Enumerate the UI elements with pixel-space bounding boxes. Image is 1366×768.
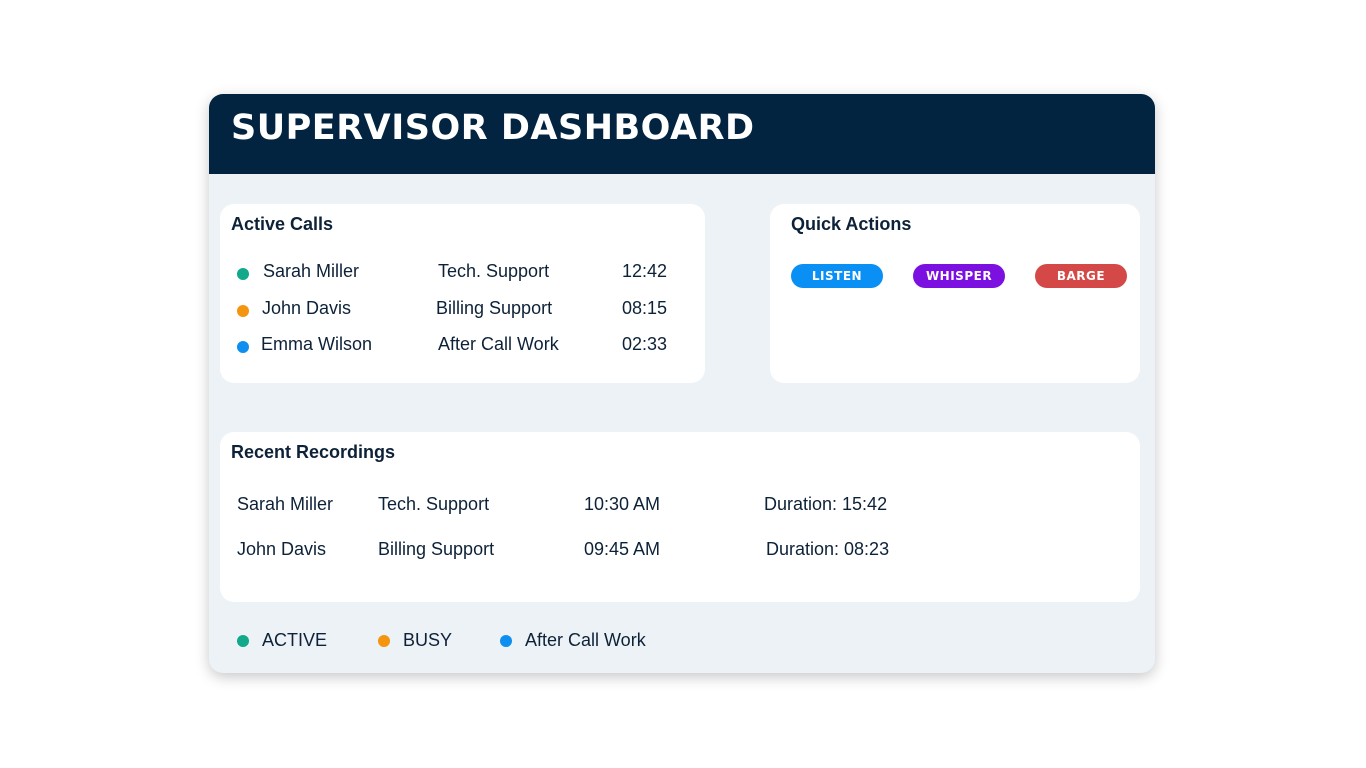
call-time: 12:42 (622, 261, 668, 281)
active-calls-card: Active Calls Sarah Miller Tech. Support … (220, 204, 705, 383)
recording-agent-name: Sarah Miller (237, 494, 334, 514)
recording-time: 10:30 AM (584, 494, 661, 514)
active-call-row[interactable]: John Davis Billing Support 08:15 (220, 298, 705, 322)
legend-label: ACTIVE (262, 630, 328, 650)
recording-row[interactable]: John Davis Billing Support 09:45 AM Dura… (220, 539, 1140, 563)
recording-duration: Duration: 15:42 (764, 494, 888, 514)
barge-button[interactable]: BARGE (1035, 264, 1127, 288)
call-time: 02:33 (622, 334, 668, 354)
legend-label: After Call Work (525, 630, 646, 650)
call-queue: Billing Support (436, 298, 553, 318)
call-queue: Tech. Support (438, 261, 550, 281)
status-dot-busy-icon (237, 305, 249, 317)
call-queue: After Call Work (438, 334, 559, 354)
dashboard-header: SUPERVISOR DASHBOARD (209, 94, 1155, 174)
agent-name: Sarah Miller (263, 261, 360, 281)
quick-actions-card: Quick Actions LISTEN WHISPER BARGE (770, 204, 1140, 383)
active-calls-title: Active Calls (231, 214, 334, 234)
status-legend: ACTIVE BUSY After Call Work (209, 626, 1155, 656)
agent-name: John Davis (262, 298, 352, 318)
supervisor-dashboard-window: SUPERVISOR DASHBOARD Active Calls Sarah … (209, 94, 1155, 673)
quick-actions-title: Quick Actions (791, 214, 912, 234)
status-dot-active-icon (237, 268, 249, 280)
status-dot-busy-icon (378, 635, 390, 647)
recording-queue: Billing Support (378, 539, 495, 559)
recording-row[interactable]: Sarah Miller Tech. Support 10:30 AM Dura… (220, 494, 1140, 518)
status-dot-active-icon (237, 635, 249, 647)
agent-name: Emma Wilson (261, 334, 373, 354)
recent-recordings-title: Recent Recordings (231, 442, 396, 462)
recording-time: 09:45 AM (584, 539, 661, 559)
status-dot-after-call-work-icon (500, 635, 512, 647)
page-title: SUPERVISOR DASHBOARD (231, 108, 755, 148)
active-call-row[interactable]: Sarah Miller Tech. Support 12:42 (220, 261, 705, 285)
status-dot-after-call-work-icon (237, 341, 249, 353)
recording-agent-name: John Davis (237, 539, 327, 559)
listen-button[interactable]: LISTEN (791, 264, 883, 288)
recent-recordings-card: Recent Recordings Sarah Miller Tech. Sup… (220, 432, 1140, 602)
recording-duration: Duration: 08:23 (766, 539, 890, 559)
call-time: 08:15 (622, 298, 668, 318)
active-call-row[interactable]: Emma Wilson After Call Work 02:33 (220, 334, 705, 358)
recording-queue: Tech. Support (378, 494, 490, 514)
whisper-button[interactable]: WHISPER (913, 264, 1005, 288)
legend-label: BUSY (403, 630, 453, 650)
